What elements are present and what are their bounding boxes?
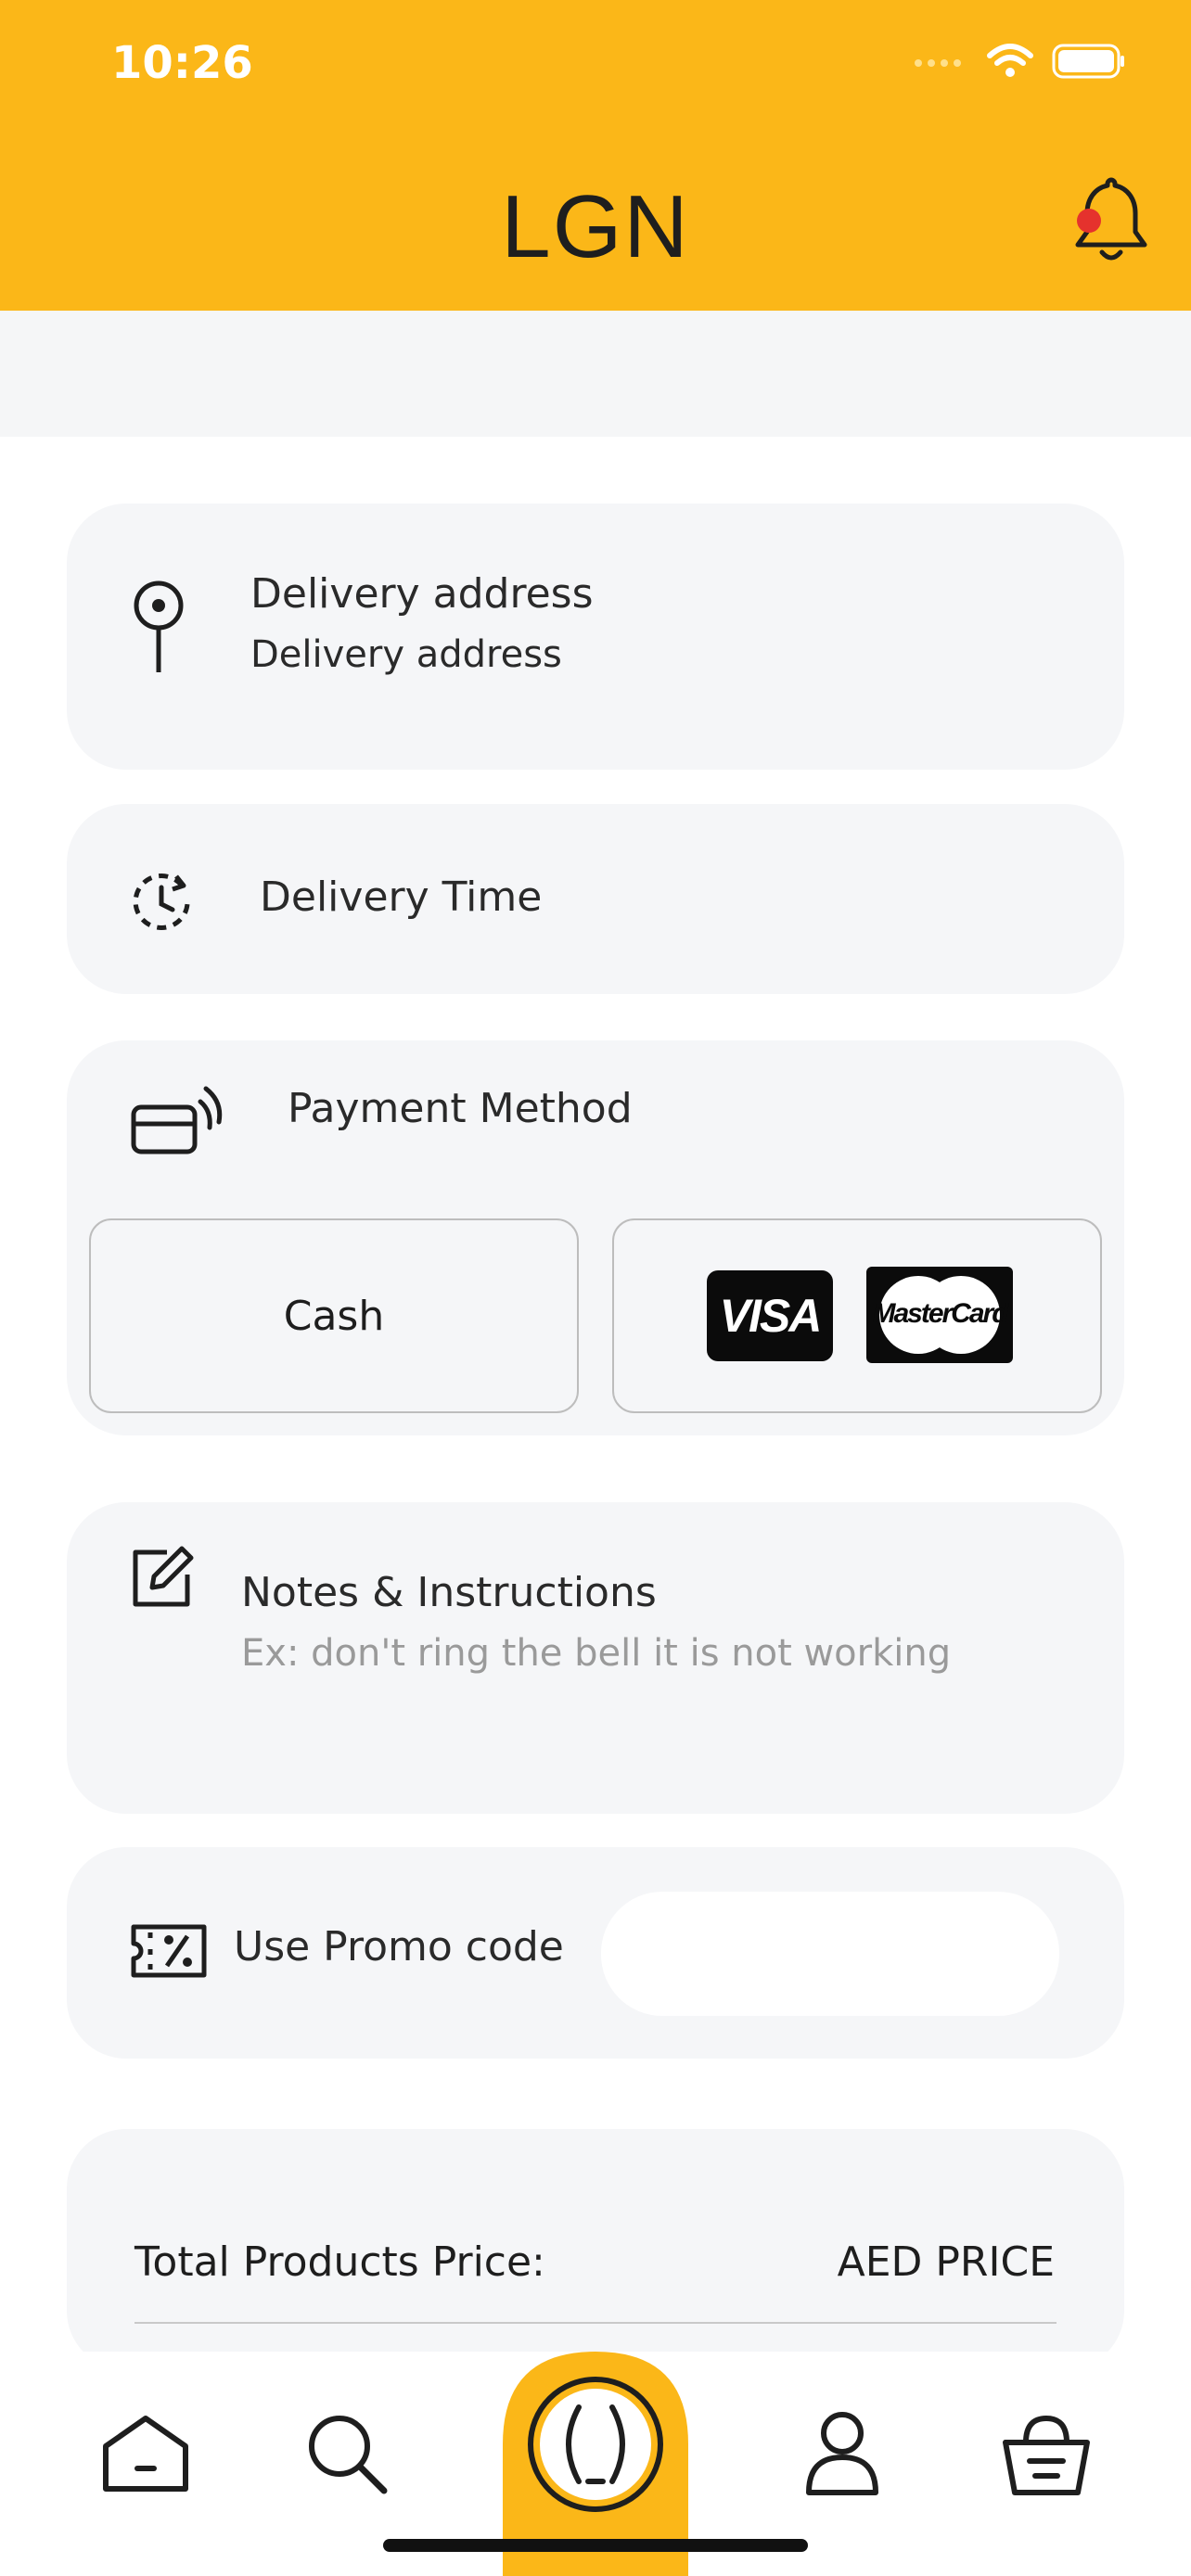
delivery-address-value: Delivery address (250, 633, 562, 676)
app-logo: LGN (501, 177, 690, 276)
cash-label: Cash (283, 1293, 385, 1340)
total-products-value: AED PRICE (837, 2238, 1055, 2286)
cart-icon[interactable] (1000, 2409, 1093, 2498)
app-header: 10:26 LGN (0, 0, 1191, 311)
total-products-label: Total Products Price: (134, 2238, 545, 2286)
home-icon[interactable] (100, 2413, 191, 2494)
notes-title: Notes & Instructions (241, 1569, 657, 1616)
wifi-icon (987, 44, 1033, 77)
status-icons (913, 43, 1126, 80)
clock-icon (133, 873, 190, 930)
delivery-address-card[interactable]: Delivery address Delivery address (67, 504, 1124, 770)
promo-label: Use Promo code (234, 1923, 564, 1970)
sub-header-bar (0, 311, 1191, 437)
status-time: 10:26 (111, 37, 253, 89)
notification-bell-icon[interactable] (1072, 174, 1150, 267)
contactless-card-icon (131, 1086, 223, 1154)
promo-ticket-icon (131, 1924, 207, 1978)
mastercard-logo: MasterCard (866, 1267, 1013, 1363)
delivery-time-card[interactable]: Delivery Time (67, 804, 1124, 994)
total-products-row: Total Products Price: AED PRICE (134, 2238, 1055, 2286)
visa-logo: VISA (707, 1270, 833, 1361)
promo-code-input[interactable] (601, 1892, 1059, 2016)
card-option[interactable]: VISA MasterCard (612, 1218, 1102, 1413)
delivery-address-title: Delivery address (250, 570, 594, 618)
cash-option[interactable]: Cash (89, 1218, 579, 1413)
notification-dot (1077, 209, 1101, 233)
search-icon[interactable] (304, 2411, 391, 2498)
home-indicator (383, 2539, 808, 2552)
signal-icon (915, 59, 961, 67)
payment-method-title: Payment Method (288, 1085, 633, 1132)
location-pin-icon (134, 580, 184, 672)
profile-icon[interactable] (803, 2409, 881, 2498)
delivery-time-title: Delivery Time (260, 874, 543, 921)
notes-card[interactable]: Notes & Instructions Ex: don't ring the … (67, 1502, 1124, 1814)
battery-icon (1052, 44, 1124, 79)
notes-placeholder: Ex: don't ring the bell it is not workin… (241, 1632, 952, 1675)
edit-icon (133, 1546, 194, 1607)
summary-divider (134, 2322, 1057, 2324)
